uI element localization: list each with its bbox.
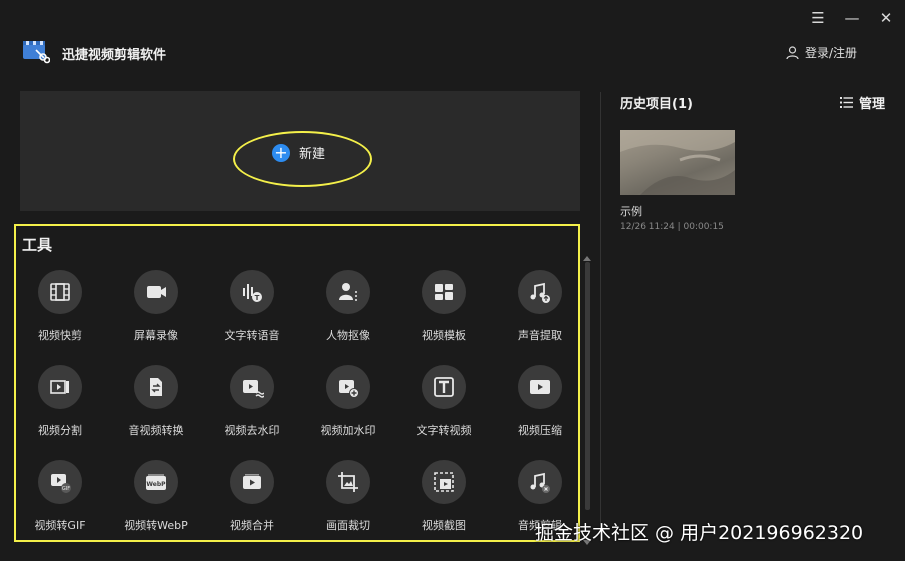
tool-av-convert[interactable]: 音视频转换 (108, 365, 204, 438)
tool-label: 人物抠像 (326, 329, 370, 342)
tool-text-to-video[interactable]: 文字转视频 (396, 365, 492, 438)
text-to-speech-icon: T (243, 284, 262, 302)
tool-label: 音视频转换 (128, 424, 184, 437)
tools-scrollbar[interactable] (585, 262, 590, 510)
tool-video-merge[interactable]: 视频合并 (204, 460, 300, 533)
history-item-name: 示例 (620, 205, 642, 218)
new-project-button[interactable]: + 新建 (272, 143, 325, 162)
camera-icon (147, 286, 166, 298)
tools-title: 工具 (22, 236, 53, 254)
tool-video-compress[interactable]: 视频压缩 (492, 365, 588, 438)
crop-icon (338, 472, 358, 492)
tool-video-split[interactable]: 视频分割 (12, 365, 108, 438)
tool-frame-crop[interactable]: 画面裁切 (300, 460, 396, 533)
merge-icon (243, 474, 261, 489)
template-icon (435, 284, 453, 300)
close-icon[interactable]: ✕ (876, 8, 896, 28)
svg-text:T: T (255, 294, 260, 302)
tool-video-template[interactable]: 视频模板 (396, 270, 492, 343)
plus-icon: + (272, 143, 290, 162)
tool-text-to-speech[interactable]: T 文字转语音 (204, 270, 300, 343)
tool-label: 视频快剪 (38, 329, 82, 342)
tool-label: 视频截图 (422, 519, 466, 532)
history-item-meta: 12/26 11:24 | 00:00:15 (620, 222, 724, 232)
minimize-icon[interactable]: — (842, 8, 862, 28)
tool-add-watermark[interactable]: 视频加水印 (300, 365, 396, 438)
tool-label: 视频转GIF (34, 519, 86, 532)
split-icon (50, 380, 69, 394)
remove-watermark-icon (243, 380, 264, 398)
user-icon (786, 45, 799, 59)
tool-label: 视频转WebP (124, 519, 188, 532)
svg-text:WebP: WebP (146, 481, 166, 488)
landscape-thumbnail-image (620, 130, 735, 195)
title-bar: 迅捷视频剪辑软件 ☰ — ✕ 登录/注册 (0, 0, 905, 80)
tool-label: 文字转视频 (416, 424, 472, 437)
tool-label: 文字转语音 (224, 329, 280, 342)
tool-screen-record[interactable]: 屏幕录像 (108, 270, 204, 343)
gif-icon: GIF (51, 474, 71, 493)
tool-video-to-webp[interactable]: WebP 视频转WebP (108, 460, 204, 533)
new-project-label: 新建 (299, 147, 326, 162)
manage-label: 管理 (858, 97, 885, 112)
tool-label: 视频模板 (422, 329, 466, 342)
svg-text:GIF: GIF (62, 486, 70, 492)
scroll-up-arrow[interactable] (583, 256, 591, 261)
tool-label: 声音提取 (518, 329, 562, 342)
music-extract-icon (530, 282, 550, 303)
tool-label: 视频合并 (230, 519, 274, 532)
tool-label: 视频加水印 (320, 424, 376, 437)
webp-icon: WebP (146, 474, 166, 490)
tool-label: 视频分割 (38, 424, 82, 437)
app-title: 迅捷视频剪辑软件 (62, 48, 167, 63)
scissors-clapper-icon (23, 41, 50, 64)
tool-video-to-gif[interactable]: GIF 视频转GIF (12, 460, 108, 533)
history-item-thumbnail[interactable] (620, 130, 735, 195)
panel-divider (600, 92, 601, 524)
tool-audio-extract[interactable]: 声音提取 (492, 270, 588, 343)
tool-video-quick-cut[interactable]: 视频快剪 (12, 270, 108, 343)
list-icon (839, 97, 853, 108)
manage-button[interactable]: 管理 (839, 93, 885, 112)
login-label: 登录/注册 (804, 46, 857, 60)
menu-icon[interactable]: ☰ (808, 8, 828, 28)
compress-icon (530, 380, 550, 394)
tool-label: 画面裁切 (326, 519, 370, 532)
tool-person-cutout[interactable]: 人物抠像 (300, 270, 396, 343)
tools-section: 工具 视频快剪 屏幕录像 T 文字转语音 人物抠像 视频模板 声音提取 视频分割… (14, 224, 580, 542)
history-title: 历史项目(1) (620, 97, 693, 112)
tool-label: 屏幕录像 (134, 329, 178, 342)
watermark-text: 掘金技术社区 @ 用户202196962320 (535, 522, 864, 544)
text-to-video-icon (434, 377, 454, 397)
add-watermark-icon (339, 380, 359, 398)
tool-remove-watermark[interactable]: 视频去水印 (204, 365, 300, 438)
login-button[interactable]: 登录/注册 (786, 44, 857, 61)
tool-video-screenshot[interactable]: 视频截图 (396, 460, 492, 533)
person-cutout-icon (339, 283, 357, 301)
screenshot-icon (434, 472, 454, 492)
tool-label: 视频去水印 (224, 424, 280, 437)
tool-label: 视频压缩 (518, 424, 562, 437)
film-icon (50, 283, 70, 301)
audio-clip-icon (530, 472, 550, 493)
convert-icon (150, 378, 162, 396)
